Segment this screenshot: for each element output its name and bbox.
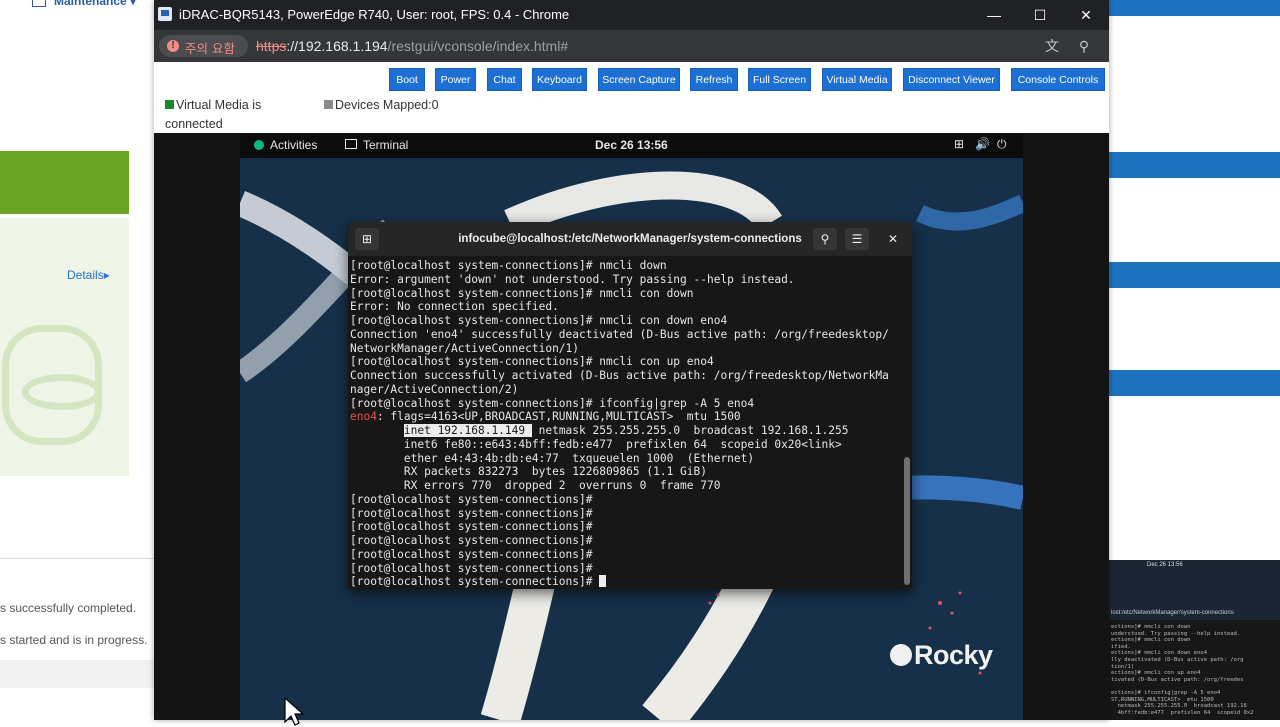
terminal-line: Connection successfully activated (D-Bus… <box>350 369 889 382</box>
terminal-output[interactable]: [root@localhost system-connections]# nmc… <box>350 259 902 589</box>
translate-icon[interactable]: 文 <box>1043 37 1061 55</box>
disk-icon-ring <box>22 374 102 410</box>
status-line-progress: s started and is in progress. <box>0 633 148 647</box>
green-banner <box>0 151 129 214</box>
terminal-line: [root@localhost system-connections]# nmc… <box>350 259 667 272</box>
divider <box>0 558 154 559</box>
screen-capture-button[interactable]: Screen Capture <box>598 68 680 91</box>
window-title: iDRAC-BQR5143, PowerEdge R740, User: roo… <box>179 7 570 22</box>
maintenance-icon <box>32 0 46 8</box>
terminal-line: [root@localhost system-connections]# <box>350 520 593 534</box>
address-bar[interactable]: ! 주의 요함 https://192.168.1.194/restgui/vc… <box>154 30 1109 62</box>
terminal-line: [root@localhost system-connections]# <box>350 492 593 506</box>
minimize-button[interactable]: — <box>971 0 1017 30</box>
terminal-line: nager/ActiveConnection/2) <box>350 382 519 396</box>
terminal-line: [root@localhost system-connections]# <box>350 506 593 520</box>
terminal-line: Error: No connection specified. <box>350 300 559 314</box>
virtual-media-status-icon <box>165 100 174 109</box>
right-bar-1 <box>1109 152 1280 178</box>
remote-console[interactable]: Activities Terminal Dec 26 13:56 ⊞ 🔊 ⏻ R… <box>154 133 1109 726</box>
terminal-prompt-line[interactable]: [root@localhost system-connections]# <box>350 575 902 589</box>
terminal-line: RX packets 832273 bytes 1226809865 (1.1 … <box>350 465 707 479</box>
maintenance-nav[interactable]: Maintenance ▾ <box>32 0 136 8</box>
thumbnail-lines: ections]# nmcli con down understood. Try… <box>1111 624 1254 716</box>
network-icon[interactable]: ⊞ <box>954 137 964 151</box>
rocky-logo: Rocky <box>890 640 993 671</box>
right-bar-3 <box>1109 370 1280 396</box>
terminal-close-icon[interactable]: ✕ <box>882 228 904 250</box>
power-button[interactable]: Power <box>435 68 476 91</box>
grey-row <box>0 660 154 688</box>
clock[interactable]: Dec 26 13:56 <box>595 138 668 152</box>
thumbnail-date: Dec 26 13:56 <box>1147 562 1183 568</box>
search-icon[interactable]: ⚲ <box>813 228 837 250</box>
idrac-favicon-icon <box>158 7 172 21</box>
status-line-completed: s successfully completed. <box>0 601 137 615</box>
terminal-line: [root@localhost system-connections]# <box>350 561 593 575</box>
terminal-line-inet: inet 192.168.1.149 netmask 255.255.255.0… <box>403 424 849 437</box>
maintenance-label: Maintenance <box>54 0 127 8</box>
terminal-line: NetworkManager/ActiveConnection/1) <box>350 341 580 355</box>
security-warning-chip[interactable]: ! 주의 요함 <box>159 35 248 57</box>
text-cursor <box>599 575 607 588</box>
title-bar[interactable]: iDRAC-BQR5143, PowerEdge R740, User: roo… <box>154 0 1109 30</box>
virtual-media-button[interactable]: Virtual Media <box>822 68 892 91</box>
url-text[interactable]: https://192.168.1.194/restgui/vconsole/i… <box>256 38 568 54</box>
right-bar-top <box>1109 0 1280 16</box>
terminal-line: [root@localhost system-connections]# ifc… <box>350 396 755 410</box>
refresh-button[interactable]: Refresh <box>690 68 738 91</box>
terminal-app-menu[interactable]: Terminal <box>345 138 408 152</box>
security-warning-label: 주의 요함 <box>185 41 235 56</box>
details-link[interactable]: Details▸ <box>67 268 110 282</box>
terminal-line: [root@localhost system-connections]# nmc… <box>350 286 694 300</box>
console-controls-button[interactable]: Console Controls <box>1011 68 1105 91</box>
volume-icon[interactable]: 🔊 <box>975 137 990 151</box>
full-screen-button[interactable]: Full Screen <box>748 68 811 91</box>
selected-ip-address[interactable]: inet 192.168.1.149 <box>403 424 532 437</box>
mouse-pointer-icon <box>284 697 304 726</box>
devices-mapped-status-icon <box>324 100 333 109</box>
zoom-icon[interactable]: ⚲ <box>1075 37 1093 55</box>
power-icon[interactable]: ⏻ <box>997 137 1007 152</box>
devices-mapped-status: Devices Mapped:0 <box>324 96 439 115</box>
activities-button[interactable]: Activities <box>254 138 317 152</box>
terminal-scrollbar[interactable] <box>904 457 910 585</box>
terminal-line: inet6 fe80::e643:4bff:fedb:e477 prefixle… <box>350 437 842 451</box>
thumbnail-title: lost:/etc/NetworkManager/system-connecti… <box>1111 610 1234 616</box>
boot-button[interactable]: Boot <box>389 68 425 91</box>
chat-button[interactable]: Chat <box>487 68 522 91</box>
right-bar-2 <box>1109 262 1280 288</box>
console-thumbnail[interactable]: Dec 26 13:56 lost:/etc/NetworkManager/sy… <box>1109 560 1280 720</box>
maximize-button[interactable]: ☐ <box>1017 0 1063 30</box>
remote-desktop[interactable]: Activities Terminal Dec 26 13:56 ⊞ 🔊 ⏻ R… <box>240 133 1023 720</box>
terminal-line: ether e4:43:4b:db:e4:77 txqueuelen 1000 … <box>350 451 755 465</box>
menu-icon[interactable]: ☰ <box>845 228 869 250</box>
terminal-line: [root@localhost system-connections]# nmc… <box>350 355 714 369</box>
warning-icon: ! <box>167 40 179 52</box>
disconnect-viewer-button[interactable]: Disconnect Viewer <box>903 68 1000 91</box>
terminal-line-eno4: eno4: flags=4163<UP,BROADCAST,RUNNING,MU… <box>350 410 741 424</box>
virtual-media-status: Virtual Media is connected <box>165 98 262 131</box>
chrome-window: iDRAC-BQR5143, PowerEdge R740, User: roo… <box>154 0 1109 726</box>
gnome-top-bar: Activities Terminal Dec 26 13:56 ⊞ 🔊 ⏻ <box>240 133 1023 158</box>
terminal-window[interactable]: ⊞ infocube@localhost:/etc/NetworkManager… <box>348 222 912 589</box>
terminal-line: RX errors 770 dropped 2 overruns 0 frame… <box>350 479 721 492</box>
background-page-left: Maintenance ▾ Details▸ s successfully co… <box>0 0 154 720</box>
terminal-line: [root@localhost system-connections]# <box>350 534 593 547</box>
interface-name: eno4 <box>350 410 377 424</box>
keyboard-button[interactable]: Keyboard <box>532 68 587 91</box>
terminal-line: [root@localhost system-connections]# nmc… <box>350 314 728 327</box>
terminal-line: [root@localhost system-connections]# <box>350 547 593 561</box>
close-button[interactable]: ✕ <box>1063 0 1109 30</box>
terminal-line: Connection 'eno4' successfully deactivat… <box>350 327 889 341</box>
terminal-header[interactable]: ⊞ infocube@localhost:/etc/NetworkManager… <box>348 222 912 256</box>
terminal-line: Error: argument 'down' not understood. T… <box>350 272 795 286</box>
